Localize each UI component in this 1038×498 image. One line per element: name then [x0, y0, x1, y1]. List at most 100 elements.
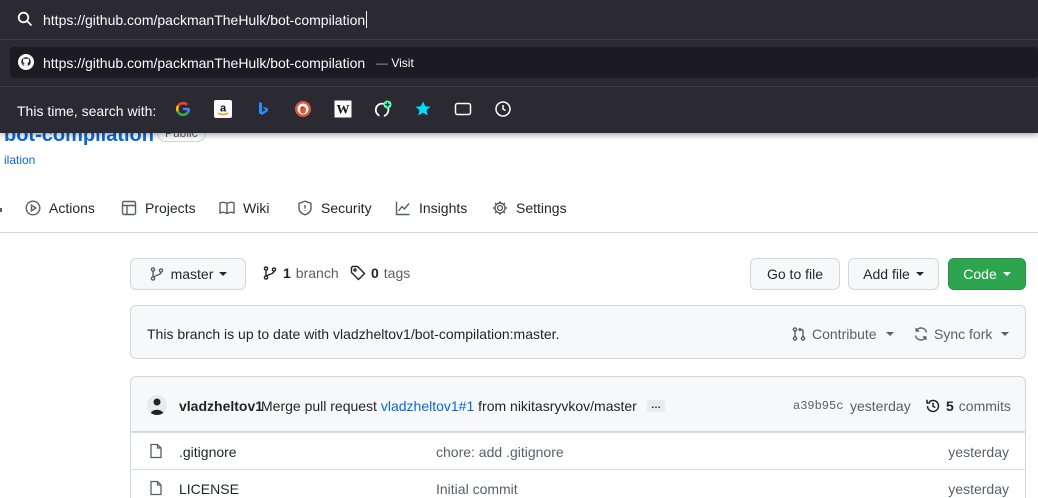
- address-input-value: https://github.com/packmanTheHulk/bot-co…: [43, 12, 366, 28]
- chevron-down-icon: [915, 272, 924, 276]
- file-name-link[interactable]: LICENSE: [179, 481, 239, 497]
- tabs-icon: [454, 102, 472, 116]
- svg-text:W: W: [337, 102, 350, 117]
- commit-sha-link[interactable]: a39b95c: [793, 399, 843, 413]
- pull-request-icon: [792, 327, 806, 341]
- add-file-label: Add file: [863, 266, 910, 282]
- file-icon: [150, 443, 162, 459]
- commit-message: Merge pull request vladzheltov1#1 from n…: [261, 398, 637, 414]
- git-branch-icon: [263, 266, 277, 280]
- table-icon: [121, 200, 137, 216]
- commit-author-link[interactable]: vladzheltov1: [179, 398, 263, 414]
- amazon-search-button[interactable]: a: [214, 100, 232, 118]
- wikipedia-search-button[interactable]: W: [334, 100, 352, 118]
- wikipedia-icon: W: [334, 100, 352, 118]
- tab-settings[interactable]: Settings: [492, 200, 567, 216]
- amazon-icon: a: [214, 100, 232, 118]
- contribute-dropdown[interactable]: Contribute: [791, 326, 894, 342]
- branch-status-notice: This branch is up to date with vladzhelt…: [130, 305, 1026, 359]
- sync-fork-dropdown[interactable]: Sync fork: [913, 326, 1010, 342]
- commits-count: 5: [946, 398, 954, 414]
- branches-link[interactable]: 1 branch: [262, 265, 339, 281]
- chevron-down-icon: [885, 332, 894, 336]
- expand-commit-message-button[interactable]: …: [647, 400, 665, 412]
- code-label: Code: [963, 266, 997, 282]
- repo-nav-tabs: Actions Projects Wiki Security Insights …: [0, 190, 1038, 233]
- address-bar[interactable]: https://github.com/packmanTheHulk/bot-co…: [0, 0, 1038, 40]
- book-icon: [219, 201, 235, 215]
- file-browser: vladzheltov1 Merge pull request vladzhel…: [130, 376, 1026, 498]
- latest-commit-bar: vladzheltov1 Merge pull request vladzhel…: [131, 377, 1025, 432]
- bookmarks-star-icon: [415, 101, 431, 116]
- sync-icon: [914, 327, 928, 341]
- gear-icon: [493, 201, 507, 215]
- visit-label: Visit: [391, 56, 414, 70]
- duckduckgo-search-button[interactable]: [294, 100, 312, 118]
- commit-message-prefix: Merge pull request: [261, 398, 377, 414]
- tab-label: Settings: [516, 200, 567, 216]
- commits-history-link[interactable]: 5 commits: [925, 398, 1011, 414]
- forked-from-link[interactable]: ilation: [4, 153, 35, 167]
- text-cursor: [366, 11, 368, 28]
- tag-icon: [350, 265, 366, 281]
- history-search-button[interactable]: [494, 100, 512, 118]
- shield-icon: [298, 200, 312, 216]
- tabs-search-button[interactable]: [454, 100, 472, 118]
- bing-icon: [259, 102, 268, 115]
- tab-wiki[interactable]: Wiki: [219, 200, 269, 216]
- tab-actions[interactable]: Actions: [25, 200, 95, 216]
- git-branch-icon: [150, 267, 163, 281]
- go-to-file-label: Go to file: [766, 266, 824, 282]
- urlbar-dropdown: https://github.com/packmanTheHulk/bot-co…: [0, 0, 1038, 133]
- svg-text:a: a: [220, 103, 227, 115]
- branch-label: branch: [295, 265, 339, 281]
- url-suggestion-row[interactable]: https://github.com/packmanTheHulk/bot-co…: [10, 47, 1038, 78]
- suggestion-action: — Visit: [376, 56, 414, 70]
- avatar[interactable]: [147, 395, 167, 415]
- tab-insights[interactable]: Insights: [395, 200, 467, 216]
- tab-projects[interactable]: Projects: [121, 200, 196, 216]
- add-search-engine-button[interactable]: [374, 100, 392, 118]
- bookmarks-search-button[interactable]: [414, 100, 432, 118]
- tag-label: tags: [383, 265, 411, 281]
- commit-time: yesterday: [850, 398, 911, 414]
- file-commit-message[interactable]: Initial commit: [436, 481, 518, 497]
- tag-count: 0: [371, 265, 379, 281]
- pull-request-link[interactable]: vladzheltov1#1: [381, 398, 474, 414]
- google-icon: [175, 101, 191, 117]
- file-name-link[interactable]: .gitignore: [179, 444, 237, 460]
- tags-link[interactable]: 0 tags: [350, 265, 410, 281]
- file-row[interactable]: .gitignore chore: add .gitignore yesterd…: [131, 432, 1025, 469]
- tab-label: Security: [321, 200, 372, 216]
- go-to-file-button[interactable]: Go to file: [750, 258, 840, 290]
- sync-fork-label: Sync fork: [934, 326, 993, 342]
- file-commit-time: yesterday: [948, 481, 1009, 497]
- bing-search-button[interactable]: [254, 100, 272, 118]
- google-search-button[interactable]: [174, 100, 192, 118]
- address-input[interactable]: https://github.com/packmanTheHulk/bot-co…: [43, 11, 368, 28]
- graph-icon: [395, 201, 410, 216]
- github-add-icon: [374, 100, 392, 118]
- file-commit-time: yesterday: [948, 444, 1009, 460]
- chevron-down-icon: [1001, 332, 1010, 336]
- history-clock-icon: [495, 101, 511, 117]
- github-icon: [18, 54, 34, 70]
- search-with-label: This time, search with:: [17, 103, 157, 119]
- file-row[interactable]: LICENSE Initial commit yesterday: [131, 469, 1025, 498]
- play-icon: [25, 200, 41, 216]
- search-icon: [17, 11, 33, 27]
- code-button[interactable]: Code: [948, 258, 1026, 290]
- one-off-search-bar: This time, search with: a W: [0, 86, 1038, 133]
- file-commit-message[interactable]: chore: add .gitignore: [436, 444, 564, 460]
- suggestion-url: https://github.com/packmanTheHulk/bot-co…: [43, 55, 366, 71]
- tab-label: Projects: [145, 200, 196, 216]
- duckduckgo-icon: [295, 101, 311, 117]
- tab-security[interactable]: Security: [297, 200, 372, 216]
- add-file-button[interactable]: Add file: [848, 258, 939, 290]
- history-icon: [926, 399, 940, 413]
- commits-label: commits: [958, 398, 1011, 414]
- branch-selector-button[interactable]: master: [130, 258, 246, 290]
- branch-name: master: [170, 266, 214, 282]
- contribute-label: Contribute: [812, 326, 877, 342]
- tab-edge-fragment: [0, 208, 2, 212]
